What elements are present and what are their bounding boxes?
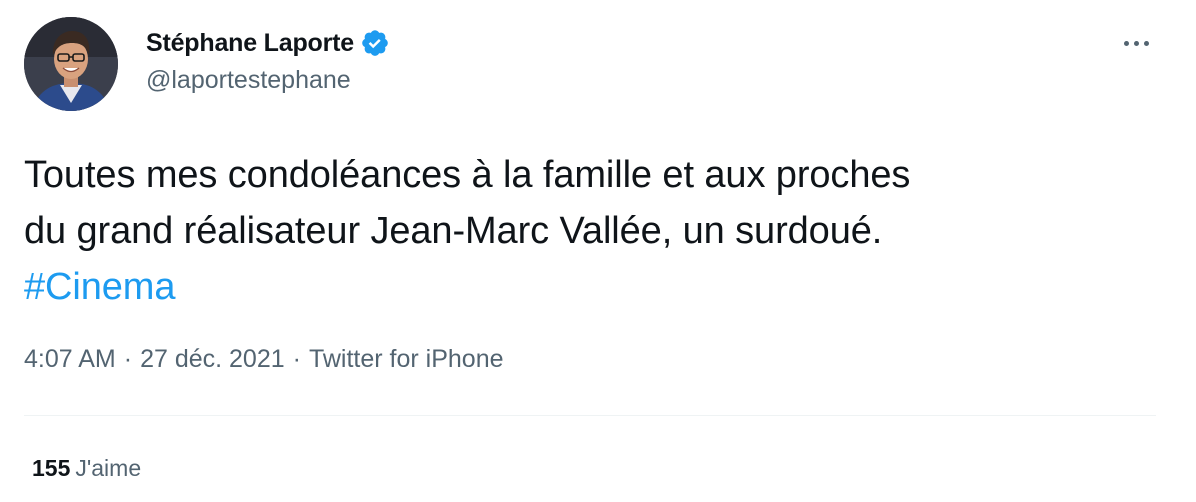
more-horizontal-icon bbox=[1133, 40, 1139, 46]
tweet-text: Toutes mes condoléances à la famille et … bbox=[24, 147, 1164, 315]
avatar[interactable] bbox=[24, 17, 118, 111]
more-options-button[interactable] bbox=[1118, 28, 1154, 58]
meta-separator: · bbox=[292, 345, 301, 373]
tweet-metadata: 4:07 AM · 27 déc. 2021 · Twitter for iPhone bbox=[24, 345, 504, 374]
profile-photo-icon bbox=[24, 17, 118, 111]
verified-badge-icon bbox=[360, 28, 390, 58]
meta-separator: · bbox=[123, 345, 133, 373]
tweet-text-line: Toutes mes condoléances à la famille et … bbox=[24, 154, 911, 196]
likes-stat-link[interactable]: 155 J'aime bbox=[32, 455, 141, 482]
author-display-name[interactable]: Stéphane Laporte bbox=[146, 29, 354, 58]
tweet-text-line: du grand réalisateur Jean-Marc Vallée, u… bbox=[24, 210, 883, 252]
more-horizontal-icon bbox=[1143, 40, 1149, 46]
more-horizontal-icon bbox=[1123, 40, 1129, 46]
author-handle[interactable]: @laportestephane bbox=[146, 66, 390, 95]
author-block: Stéphane Laporte @laportestephane bbox=[146, 26, 390, 95]
tweet-time: 4:07 AM bbox=[24, 345, 116, 373]
tweet-timestamp-link[interactable]: 4:07 AM · 27 déc. 2021 bbox=[24, 345, 285, 373]
likes-label: J'aime bbox=[75, 455, 142, 481]
likes-count: 155 bbox=[32, 455, 71, 481]
hashtag-link[interactable]: #Cinema bbox=[24, 259, 1164, 315]
tweet-date: 27 déc. 2021 bbox=[140, 345, 285, 373]
divider bbox=[24, 415, 1156, 416]
author-name-row: Stéphane Laporte bbox=[146, 26, 390, 60]
tweet-source-link[interactable]: Twitter for iPhone bbox=[309, 345, 504, 373]
tweet-card: Stéphane Laporte @laportestephane Toutes… bbox=[0, 0, 1196, 502]
